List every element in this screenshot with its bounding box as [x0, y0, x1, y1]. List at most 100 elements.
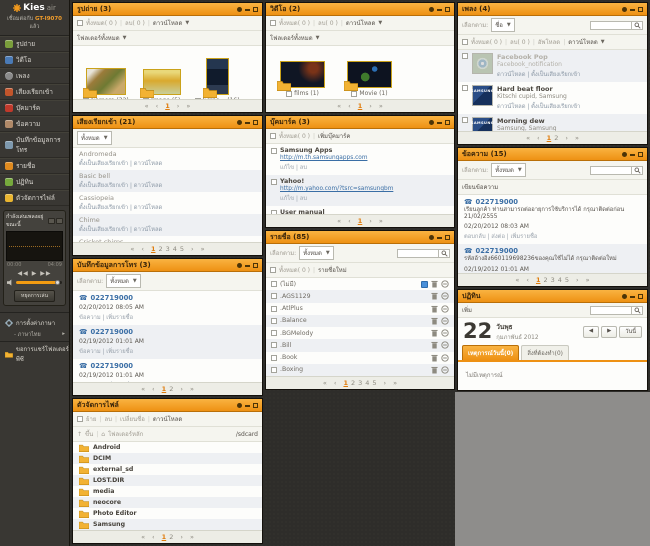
select-all-checkbox[interactable]	[270, 133, 276, 139]
previous-page-button[interactable]: ‹	[152, 385, 155, 393]
refresh-icon[interactable]	[622, 6, 627, 12]
delete-label[interactable]: ลบ( 0 )	[510, 37, 530, 47]
minimize-icon[interactable]	[437, 122, 442, 124]
refresh-icon[interactable]	[622, 293, 627, 299]
maximize-icon[interactable]	[253, 402, 258, 408]
next-day-button[interactable]: ▶	[601, 325, 618, 338]
song-checkbox[interactable]	[462, 85, 468, 91]
page-number[interactable]: 5	[565, 276, 569, 284]
next-page-button[interactable]: ›	[565, 134, 568, 142]
minimize-icon[interactable]	[437, 9, 442, 11]
trash-icon[interactable]	[431, 280, 438, 288]
page-number[interactable]: 2	[554, 134, 558, 142]
refresh-icon[interactable]	[237, 6, 242, 12]
select-all-checkbox[interactable]	[270, 267, 276, 273]
call-log-filter-dropdown[interactable]: ทั้งหมด ▼	[106, 274, 141, 288]
previous-page-button[interactable]: ‹	[348, 217, 351, 225]
select-all-checkbox[interactable]	[77, 20, 83, 26]
maximize-icon[interactable]	[638, 151, 643, 157]
ringtone-filter-dropdown[interactable]: ทั้งหมด ▼	[77, 131, 112, 145]
bookmark-url[interactable]: http://m.th.samsungapps.com	[280, 155, 449, 161]
previous-page-button[interactable]: ‹	[334, 379, 337, 387]
sidebar-item-call-log[interactable]: บันทึกข้อมูลการโทร	[0, 132, 69, 158]
bookmark-actions[interactable]: แก้ไข | ลบ	[280, 162, 449, 172]
last-page-button[interactable]: »	[186, 102, 190, 110]
previous-page-button[interactable]: ‹	[526, 276, 529, 284]
phone-number[interactable]: 022719000	[90, 328, 133, 336]
folder-row[interactable]: LOST.DIR	[73, 475, 262, 486]
maximize-icon[interactable]	[253, 6, 258, 12]
up-button[interactable]: ขึ้น	[85, 429, 93, 439]
refresh-icon[interactable]	[237, 119, 242, 125]
message-sender[interactable]: 022719000	[475, 247, 518, 255]
previous-page-button[interactable]: ‹	[156, 102, 159, 110]
delete-label[interactable]: ลบ( 0 )	[125, 18, 145, 28]
select-all-checkbox[interactable]	[270, 20, 276, 26]
music-search-input[interactable]	[590, 20, 632, 30]
next-page-button[interactable]: ›	[576, 276, 579, 284]
upload-label[interactable]: อัพโหลด	[538, 37, 560, 47]
contact-row[interactable]: .Boxing	[266, 363, 454, 376]
refresh-icon[interactable]	[429, 6, 434, 12]
previous-page-button[interactable]: ‹	[537, 134, 540, 142]
trash-icon[interactable]	[431, 341, 438, 349]
first-page-button[interactable]: «	[323, 379, 327, 387]
page-number[interactable]: 4	[365, 379, 369, 387]
folder-row[interactable]: Photo Editor	[73, 508, 262, 519]
sidebar-item-file-manager[interactable]: ตัวจัดการไฟล์	[0, 190, 69, 206]
ringtone-actions[interactable]: ตั้งเป็นเสียงเรียกเข้า | ดาวน์โหลด	[79, 202, 256, 212]
ringtone-actions[interactable]: ตั้งเป็นเสียงเรียกเข้า | ดาวน์โหลด	[79, 180, 256, 190]
photo-folder-camera[interactable]: Camera (32)	[82, 68, 129, 99]
next-page-button[interactable]: ›	[180, 385, 183, 393]
refresh-icon[interactable]	[237, 262, 242, 268]
previous-page-button[interactable]: ‹	[152, 533, 155, 541]
page-number[interactable]: 2	[351, 379, 355, 387]
trash-icon[interactable]	[431, 292, 438, 300]
new-contact-button[interactable]: รายชื่อใหม่	[318, 265, 347, 275]
page-number[interactable]: 2	[169, 533, 173, 541]
contact-checkbox[interactable]	[271, 342, 277, 349]
message-sender[interactable]: 022719000	[475, 198, 518, 206]
ringtone-row[interactable]: Basic bell ตั้งเป็นเสียงเรียกเข้า | ดาวน์…	[73, 170, 262, 192]
first-page-button[interactable]: «	[337, 102, 341, 110]
first-page-button[interactable]: «	[526, 134, 530, 142]
contact-checkbox[interactable]	[271, 305, 277, 312]
bookmark-checkbox[interactable]	[271, 178, 277, 185]
stop-playback-button[interactable]: หยุดการเล่น	[13, 290, 56, 302]
sidebar-item-music[interactable]: เพลง	[0, 68, 69, 84]
page-number[interactable]: 3	[551, 276, 555, 284]
next-page-button[interactable]: ›	[177, 102, 180, 110]
page-number[interactable]: 1	[162, 385, 167, 393]
refresh-icon[interactable]	[429, 234, 434, 240]
maximize-icon[interactable]	[445, 119, 450, 125]
sidebar-item-contacts[interactable]: รายชื่อ	[0, 158, 69, 174]
ringtone-actions[interactable]: ตั้งเป็นเสียงเรียกเข้า | ดาวน์โหลด	[79, 224, 256, 234]
trash-icon[interactable]	[431, 305, 438, 313]
page-number[interactable]: 1	[343, 379, 348, 387]
page-number[interactable]: 1	[165, 102, 170, 110]
previous-page-button[interactable]: ‹	[141, 245, 144, 253]
last-page-button[interactable]: »	[201, 245, 205, 253]
minimize-icon[interactable]	[245, 405, 250, 407]
remove-icon[interactable]	[441, 366, 449, 374]
compose-message-button[interactable]: เขียนข้อความ	[462, 182, 498, 192]
call-actions[interactable]: ข้อความ | เพิ่มรายชื่อ	[79, 346, 256, 356]
remove-icon[interactable]	[441, 280, 449, 288]
select-all-checkbox[interactable]	[462, 39, 468, 45]
song-row[interactable]: SAMSUNG Morning dew Samsung, Samsung ดาว…	[458, 114, 647, 131]
previous-day-button[interactable]: ◀	[582, 325, 600, 338]
maximize-icon[interactable]	[253, 119, 258, 125]
page-number[interactable]: 2	[158, 245, 162, 253]
folder-checkbox[interactable]	[286, 90, 293, 97]
minimize-icon[interactable]	[630, 154, 635, 156]
contact-row[interactable]: .Balance	[266, 314, 454, 327]
music-filter-dropdown[interactable]: ชื่อ ▼	[491, 18, 515, 32]
contact-checkbox[interactable]	[271, 293, 277, 300]
previous-page-button[interactable]: ‹	[348, 102, 351, 110]
minimize-icon[interactable]	[630, 9, 635, 11]
trash-icon[interactable]	[431, 354, 438, 362]
download-button[interactable]: ดาวน์โหลด	[568, 37, 598, 47]
move-button[interactable]: ย้าย	[86, 414, 96, 424]
movie-folder-thumbnail[interactable]	[344, 61, 392, 91]
minimize-icon[interactable]	[437, 237, 442, 239]
